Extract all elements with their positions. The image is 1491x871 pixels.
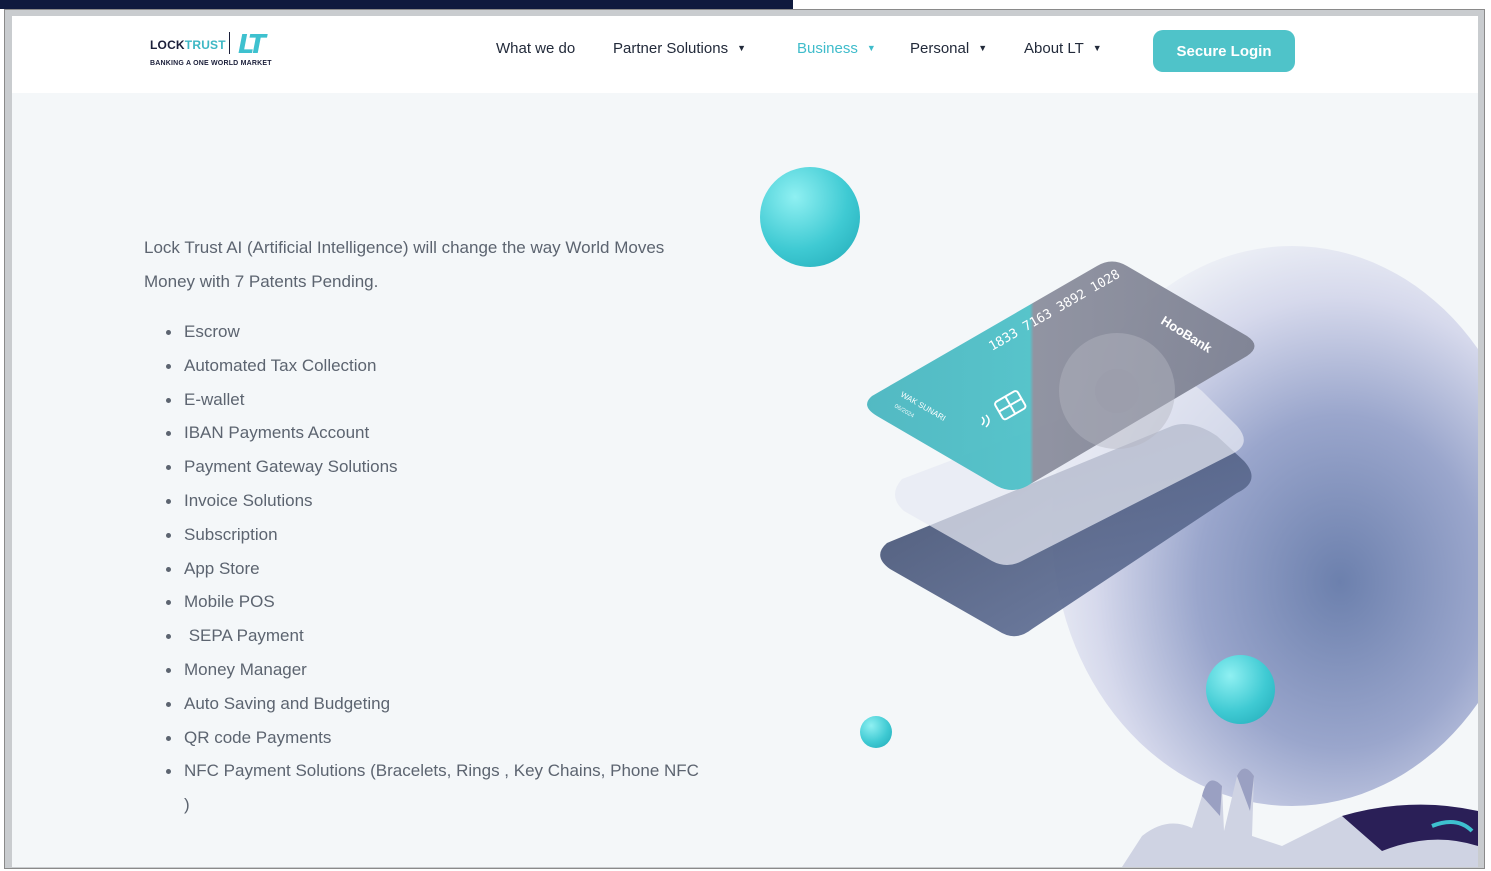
caret-down-icon: ▼	[737, 43, 746, 53]
nav-label: About LT	[1024, 40, 1084, 57]
locktrust-logo[interactable]: LOCKTRUST LT BANKING A ONE WORLD MARKET	[150, 30, 310, 72]
list-item: Subscription	[164, 518, 704, 552]
nav-item-personal[interactable]: Personal ▼	[910, 40, 987, 57]
decorative-sphere-medium	[1206, 655, 1275, 724]
list-item: Invoice Solutions	[164, 484, 704, 518]
list-item: SEPA Payment	[164, 619, 704, 653]
logo-divider	[229, 32, 230, 54]
browser-top-strip	[0, 0, 793, 9]
logo-word-lock: LOCK	[150, 38, 185, 52]
nav-label: What we do	[496, 40, 576, 57]
site-header: LOCKTRUST LT BANKING A ONE WORLD MARKET …	[12, 16, 1478, 93]
caret-down-icon: ▼	[1092, 43, 1102, 53]
nav-item-business[interactable]: Business ▼	[797, 40, 876, 57]
list-item: Payment Gateway Solutions	[164, 450, 704, 484]
decorative-sphere-small	[860, 716, 892, 748]
feature-list: Escrow Automated Tax Collection E-wallet…	[164, 315, 704, 822]
robot-hand-illustration	[1122, 768, 1478, 867]
stacked-cards-illustration: 1833 7163 3892 1028 HooBank WAK SUNARI 0…	[867, 261, 1255, 637]
logo-lt-mark: LT	[238, 30, 266, 60]
hero-intro-text: Lock Trust AI (Artificial Intelligence) …	[144, 238, 665, 291]
list-item: Auto Saving and Budgeting	[164, 687, 704, 721]
list-item: Mobile POS	[164, 585, 704, 619]
nav-item-what-we-do[interactable]: What we do	[496, 40, 575, 57]
list-item: NFC Payment Solutions (Bracelets, Rings …	[164, 754, 704, 822]
list-item: App Store	[164, 552, 704, 586]
list-item: QR code Payments	[164, 721, 704, 755]
logo-wordmark: LOCKTRUST	[150, 38, 226, 52]
list-item: Money Manager	[164, 653, 704, 687]
logo-word-trust: TRUST	[184, 38, 226, 52]
list-item: Escrow	[164, 315, 704, 349]
nav-label: Partner Solutions	[613, 40, 729, 57]
nav-item-partner-solutions[interactable]: Partner Solutions ▼	[613, 40, 746, 57]
card-decor-circle-inner	[1095, 369, 1139, 413]
logo-tagline: BANKING A ONE WORLD MARKET	[150, 60, 272, 67]
nav-label: Personal	[910, 40, 970, 57]
list-item: Automated Tax Collection	[164, 349, 704, 383]
list-item: IBAN Payments Account	[164, 416, 704, 450]
secure-login-button[interactable]: Secure Login	[1153, 30, 1295, 72]
nav-item-about-lt[interactable]: About LT ▼	[1024, 40, 1102, 57]
caret-down-icon: ▼	[978, 43, 988, 53]
page-viewport: LOCKTRUST LT BANKING A ONE WORLD MARKET …	[12, 16, 1478, 867]
list-item: E-wallet	[164, 383, 704, 417]
caret-down-icon: ▼	[866, 43, 876, 53]
nav-label: Business	[797, 40, 858, 57]
